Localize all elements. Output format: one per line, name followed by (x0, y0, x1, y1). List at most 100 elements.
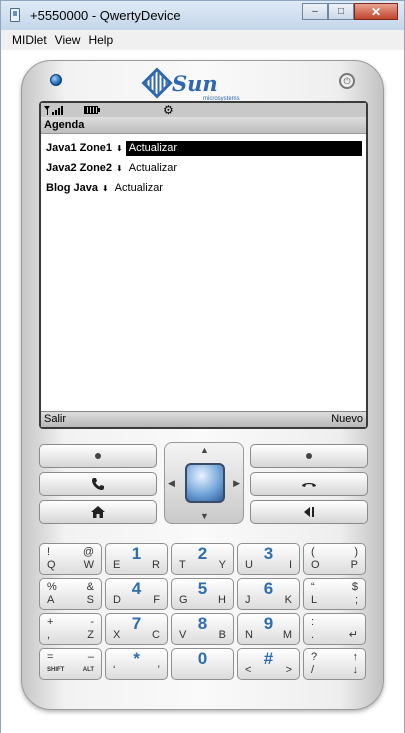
down-arrow-icon: ⬇ (116, 143, 123, 153)
dpad-down-icon[interactable]: ▼ (200, 511, 209, 521)
key-label: O (311, 559, 320, 571)
key-label: G (179, 594, 188, 606)
home-button[interactable] (39, 500, 157, 524)
key-number: # (263, 649, 274, 668)
softkey-left-label[interactable]: Salir (44, 412, 66, 427)
keyboard-key[interactable]: () O P (303, 543, 366, 575)
dot-icon (95, 453, 101, 459)
key-label: C (152, 629, 160, 641)
row-action-choice[interactable]: Actualizar (125, 140, 362, 156)
key-label: ‘ (113, 664, 116, 676)
agenda-row[interactable]: Java1 Zone1 ⬇ Actualizar (41, 138, 366, 158)
key-label: ALT (82, 667, 94, 673)
dpad-right-icon[interactable]: ▶ (233, 478, 240, 489)
keyboard-row: + -, Z X C 7 V B 8 N M 9:. ↵ (39, 613, 370, 645)
keyboard-key[interactable]: % & A S (39, 578, 102, 610)
key-label: ? (311, 651, 318, 663)
gear-icon: ⚙ (163, 103, 174, 117)
keyboard-key[interactable]: J K6 (237, 578, 300, 610)
dpad-left-icon[interactable]: ◀ (168, 478, 175, 489)
key-number: 4 (131, 579, 142, 598)
phone-device: Sun microsystems ⏻ ⚙ Agenda Java1 Zone1 … (21, 60, 384, 710)
close-button[interactable]: ✕ (354, 3, 398, 20)
keyboard-key[interactable]: + -, Z (39, 613, 102, 645)
phone-icon (92, 478, 104, 490)
dpad-select-button[interactable] (185, 463, 225, 503)
key-label: ↵ (348, 629, 358, 641)
key-label: Q (47, 559, 56, 571)
key-label: W (83, 559, 94, 571)
menubar: MIDlet View Help (0, 30, 405, 50)
keyboard-key[interactable]: ‘ ’ * (105, 648, 168, 680)
keyboard-key[interactable]: 0 (171, 648, 234, 680)
key-number: 2 (197, 544, 208, 563)
key-label: . (311, 629, 315, 641)
screen-frame: ⚙ Agenda Java1 Zone1 ⬇ Actualizar Java2 … (39, 101, 368, 429)
agenda-row[interactable]: Java2 Zone2 ⬇ Actualizar (41, 158, 366, 178)
back-button[interactable] (250, 500, 368, 524)
keyboard-key[interactable]: ! @ Q W (39, 543, 102, 575)
brand-name: Sun (172, 71, 218, 96)
left-softkey-button[interactable] (39, 444, 157, 468)
keyboard-key[interactable]: U I 3 (237, 543, 300, 575)
window-controls: – □ ✕ (302, 3, 398, 20)
key-label: P (350, 559, 358, 571)
key-label: R (152, 559, 160, 571)
phone-screen: ⚙ Agenda Java1 Zone1 ⬇ Actualizar Java2 … (41, 103, 366, 427)
softkey-right-label[interactable]: Nuevo (331, 412, 363, 427)
signal-icon (44, 106, 63, 115)
keyboard-key[interactable]: ? ↑ / ↓ (303, 648, 366, 680)
call-button[interactable] (39, 472, 157, 496)
keyboard-key[interactable]: < > # (237, 648, 300, 680)
keyboard-key[interactable]: N M9 (237, 613, 300, 645)
keyboard-key[interactable]: D F4 (105, 578, 168, 610)
screen-title: Agenda (41, 117, 366, 134)
key-label: = (47, 651, 54, 663)
keyboard-key[interactable]: :. ↵ (303, 613, 366, 645)
row-action-choice[interactable]: Actualizar (126, 161, 180, 176)
row-name: Java2 Zone2 (46, 162, 113, 174)
key-label: % (47, 581, 57, 593)
end-call-button[interactable] (250, 472, 368, 496)
key-label: @ (82, 546, 94, 558)
key-label: ’ (157, 664, 160, 676)
key-label: D (113, 594, 121, 606)
keyboard-key[interactable]: “ $ L; (303, 578, 366, 610)
keyboard-key[interactable]: = – SHIFT ALT (39, 648, 102, 680)
keyboard-key[interactable]: E R1 (105, 543, 168, 575)
key-label: V (179, 629, 187, 641)
keyboard-key[interactable]: T Y2 (171, 543, 234, 575)
key-number: 6 (263, 579, 274, 598)
key-label: ↓ (352, 664, 359, 676)
key-label: $ (351, 581, 358, 593)
key-number: 8 (197, 614, 208, 633)
power-button[interactable]: ⏻ (339, 73, 355, 89)
agenda-row[interactable]: Blog Java ⬇ Actualizar (41, 178, 366, 198)
menu-midlet[interactable]: MIDlet (12, 33, 47, 47)
key-number: * (133, 649, 140, 668)
key-label: I (288, 559, 292, 571)
keyboard-key[interactable]: X C7 (105, 613, 168, 645)
key-number: 5 (197, 579, 208, 598)
dpad-up-icon[interactable]: ▲ (200, 445, 209, 455)
key-label: Y (218, 559, 226, 571)
sun-logo: Sun microsystems (141, 67, 240, 102)
key-label: J (245, 594, 251, 606)
menu-help[interactable]: Help (88, 33, 113, 47)
keyboard-row: % & A S D F 4 G H 5 J K 6 “ $ L; (39, 578, 370, 610)
key-label: B (218, 629, 226, 641)
row-name: Blog Java (46, 182, 98, 194)
keyboard-key[interactable]: V B8 (171, 613, 234, 645)
agenda-list: Java1 Zone1 ⬇ Actualizar Java2 Zone2 ⬇ A… (41, 134, 366, 198)
menu-view[interactable]: View (55, 33, 81, 47)
row-action-choice[interactable]: Actualizar (112, 181, 166, 196)
right-softkey-button[interactable] (250, 444, 368, 468)
key-label: S (86, 594, 94, 606)
minimize-button[interactable]: – (302, 3, 328, 20)
key-label: E (113, 559, 121, 571)
key-label: A (47, 594, 55, 606)
keyboard-key[interactable]: G H5 (171, 578, 234, 610)
maximize-button[interactable]: □ (328, 3, 354, 20)
key-label: / (311, 664, 315, 676)
key-label: : (311, 616, 315, 628)
